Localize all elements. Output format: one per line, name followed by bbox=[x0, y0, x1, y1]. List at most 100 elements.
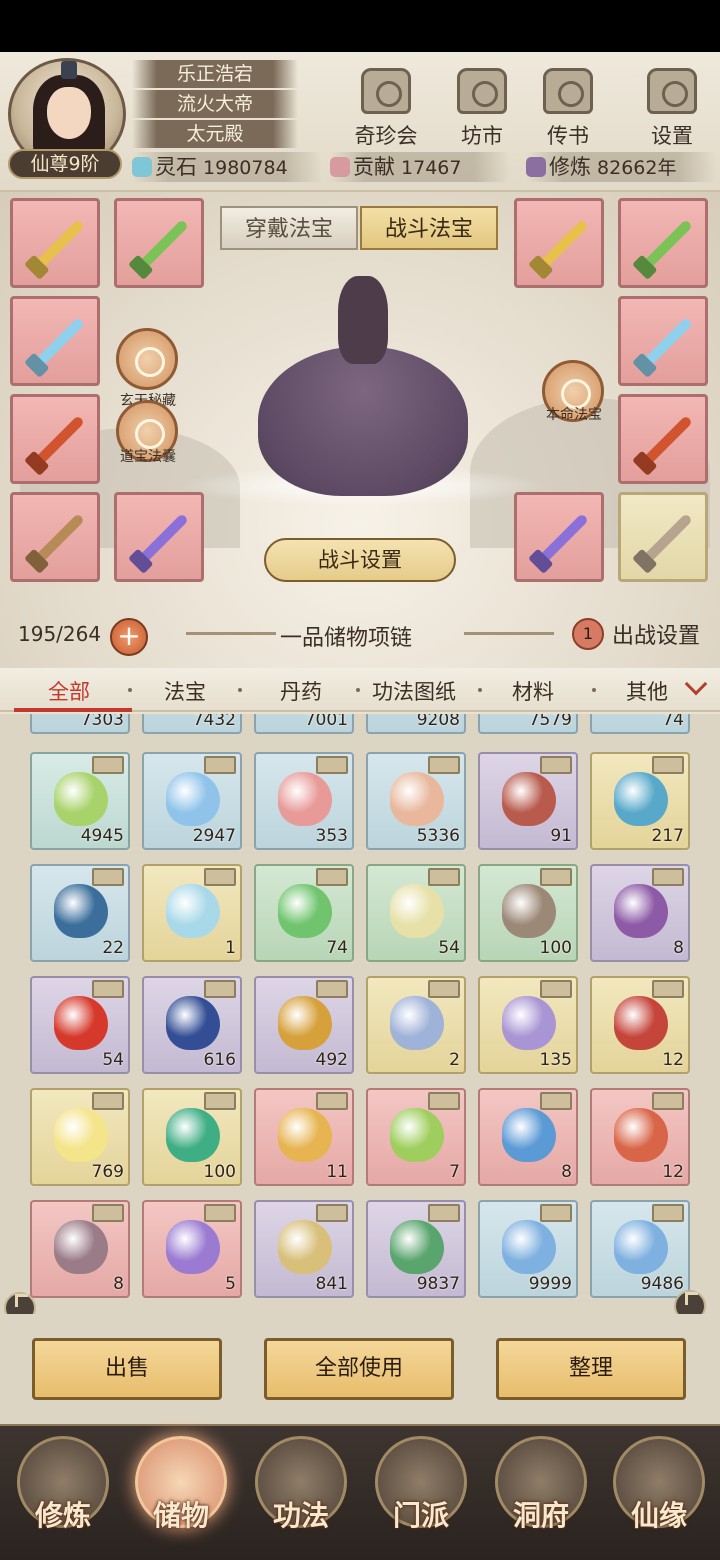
inventory-item[interactable]: 2 bbox=[366, 976, 466, 1074]
equip-slot[interactable] bbox=[114, 492, 204, 582]
inventory-item[interactable]: 22 bbox=[30, 864, 130, 962]
inventory-item[interactable]: 7303 bbox=[30, 714, 130, 734]
inventory-item[interactable]: 9999 bbox=[478, 1200, 578, 1298]
mail-button[interactable]: 传书 bbox=[530, 68, 606, 160]
player-title: 流火大帝 bbox=[132, 90, 298, 118]
inventory-item[interactable]: 8 bbox=[590, 864, 690, 962]
inventory-item[interactable]: 9486 bbox=[590, 1200, 690, 1298]
use-all-button[interactable]: 全部使用 bbox=[264, 1338, 454, 1400]
equip-slot[interactable] bbox=[10, 394, 100, 484]
expand-capacity-button[interactable]: + bbox=[110, 618, 148, 656]
inventory-item[interactable]: 9837 bbox=[366, 1200, 466, 1298]
inventory-item[interactable]: 2947 bbox=[142, 752, 242, 850]
tab-worn-treasures[interactable]: 穿戴法宝 bbox=[220, 206, 358, 250]
equip-slot[interactable] bbox=[618, 198, 708, 288]
market-button[interactable]: 坊市 bbox=[444, 68, 520, 160]
item-count: 54 bbox=[438, 938, 460, 958]
inventory-item[interactable]: 11 bbox=[254, 1088, 354, 1186]
inventory-item[interactable]: 353 bbox=[254, 752, 354, 850]
item-icon bbox=[166, 996, 220, 1050]
inventory-item[interactable]: 54 bbox=[366, 864, 466, 962]
inventory-item[interactable]: 74 bbox=[254, 864, 354, 962]
nav-sect[interactable]: 门派 bbox=[366, 1436, 476, 1560]
filter-tab-materials[interactable]: 材料 bbox=[512, 676, 554, 706]
item-badge-icon bbox=[316, 756, 348, 774]
inventory-item[interactable]: 492 bbox=[254, 976, 354, 1074]
avatar-crown bbox=[61, 61, 77, 79]
cultivation-label: 修炼 bbox=[549, 155, 591, 179]
equip-slot[interactable] bbox=[514, 492, 604, 582]
sell-button[interactable]: 出售 bbox=[32, 1338, 222, 1400]
item-count: 7001 bbox=[304, 714, 348, 730]
filter-tab-other[interactable]: 其他 bbox=[626, 676, 668, 706]
item-count: 2 bbox=[449, 1050, 460, 1070]
inventory-item[interactable]: 1 bbox=[142, 864, 242, 962]
equip-slot[interactable] bbox=[618, 394, 708, 484]
secret-treasury-icon[interactable] bbox=[116, 328, 178, 390]
inventory-item[interactable]: 9208 bbox=[366, 714, 466, 734]
sort-button[interactable]: 整理 bbox=[496, 1338, 686, 1400]
filter-tab-manuals[interactable]: 功法图纸 bbox=[372, 676, 456, 706]
equip-slot[interactable] bbox=[618, 296, 708, 386]
filter-tab-treasure[interactable]: 法宝 bbox=[164, 676, 206, 706]
item-count: 74 bbox=[662, 714, 684, 730]
chevron-down-icon[interactable] bbox=[684, 672, 708, 696]
filter-tab-all[interactable]: 全部 bbox=[48, 676, 90, 706]
equip-slot[interactable] bbox=[10, 198, 100, 288]
inventory-item[interactable]: 100 bbox=[478, 864, 578, 962]
avatar-face bbox=[47, 87, 91, 139]
inventory-item[interactable]: 135 bbox=[478, 976, 578, 1074]
nav-storage[interactable]: 储物 bbox=[126, 1436, 236, 1560]
equip-slot[interactable] bbox=[10, 492, 100, 582]
equip-slot[interactable] bbox=[514, 198, 604, 288]
nav-techniques[interactable]: 功法 bbox=[246, 1436, 356, 1560]
inventory-item[interactable]: 12 bbox=[590, 976, 690, 1074]
inventory-item[interactable]: 7579 bbox=[478, 714, 578, 734]
character-head bbox=[338, 276, 388, 364]
inventory-grid: 7303 7432 7001 9208 7579 74 4945 2947 353 5… bbox=[0, 714, 720, 1314]
deploy-settings-button[interactable]: 出战设置 bbox=[612, 618, 700, 650]
filter-tab-pills[interactable]: 丹药 bbox=[280, 676, 322, 706]
inventory-item[interactable]: 8 bbox=[478, 1088, 578, 1186]
divider-left bbox=[186, 632, 276, 635]
inventory-item[interactable]: 217 bbox=[590, 752, 690, 850]
tab-battle-treasures[interactable]: 战斗法宝 bbox=[360, 206, 498, 250]
nav-cave[interactable]: 洞府 bbox=[486, 1436, 596, 1560]
inventory-item[interactable]: 12 bbox=[590, 1088, 690, 1186]
market-label: 坊市 bbox=[461, 124, 503, 148]
item-count: 8 bbox=[673, 938, 684, 958]
treasure-auction-button[interactable]: 奇珍会 bbox=[348, 68, 424, 160]
item-count: 135 bbox=[539, 1050, 572, 1070]
inventory-item[interactable]: 5 bbox=[142, 1200, 242, 1298]
item-badge-icon bbox=[316, 980, 348, 998]
separator-dot bbox=[478, 688, 482, 692]
equip-slot[interactable] bbox=[10, 296, 100, 386]
item-icon bbox=[278, 1220, 332, 1274]
inventory-item[interactable]: 7 bbox=[366, 1088, 466, 1186]
nav-label: 储物 bbox=[152, 1499, 209, 1532]
equip-slot[interactable] bbox=[618, 492, 708, 582]
inventory-item[interactable]: 769 bbox=[30, 1088, 130, 1186]
inventory-item[interactable]: 7001 bbox=[254, 714, 354, 734]
inventory-item[interactable]: 54 bbox=[30, 976, 130, 1074]
nav-fate[interactable]: 仙缘 bbox=[604, 1436, 714, 1560]
inventory-item[interactable]: 616 bbox=[142, 976, 242, 1074]
player-name: 乐正浩宕 bbox=[132, 60, 298, 88]
scroll-up-button[interactable] bbox=[674, 1290, 706, 1314]
item-icon bbox=[502, 1220, 556, 1274]
settings-button[interactable]: 设置 bbox=[634, 68, 710, 160]
inventory-item[interactable]: 100 bbox=[142, 1088, 242, 1186]
item-count: 2947 bbox=[192, 826, 236, 846]
item-icon bbox=[166, 772, 220, 826]
inventory-item[interactable]: 4945 bbox=[30, 752, 130, 850]
inventory-item[interactable]: 5336 bbox=[366, 752, 466, 850]
inventory-item[interactable]: 91 bbox=[478, 752, 578, 850]
nav-cultivate[interactable]: 修炼 bbox=[8, 1436, 118, 1560]
inventory-item[interactable]: 74 bbox=[590, 714, 690, 734]
inventory-item[interactable]: 7432 bbox=[142, 714, 242, 734]
equip-slot[interactable] bbox=[114, 198, 204, 288]
inventory-item[interactable]: 841 bbox=[254, 1200, 354, 1298]
battle-settings-button[interactable]: 战斗设置 bbox=[264, 538, 456, 582]
item-badge-icon bbox=[428, 756, 460, 774]
inventory-item[interactable]: 8 bbox=[30, 1200, 130, 1298]
